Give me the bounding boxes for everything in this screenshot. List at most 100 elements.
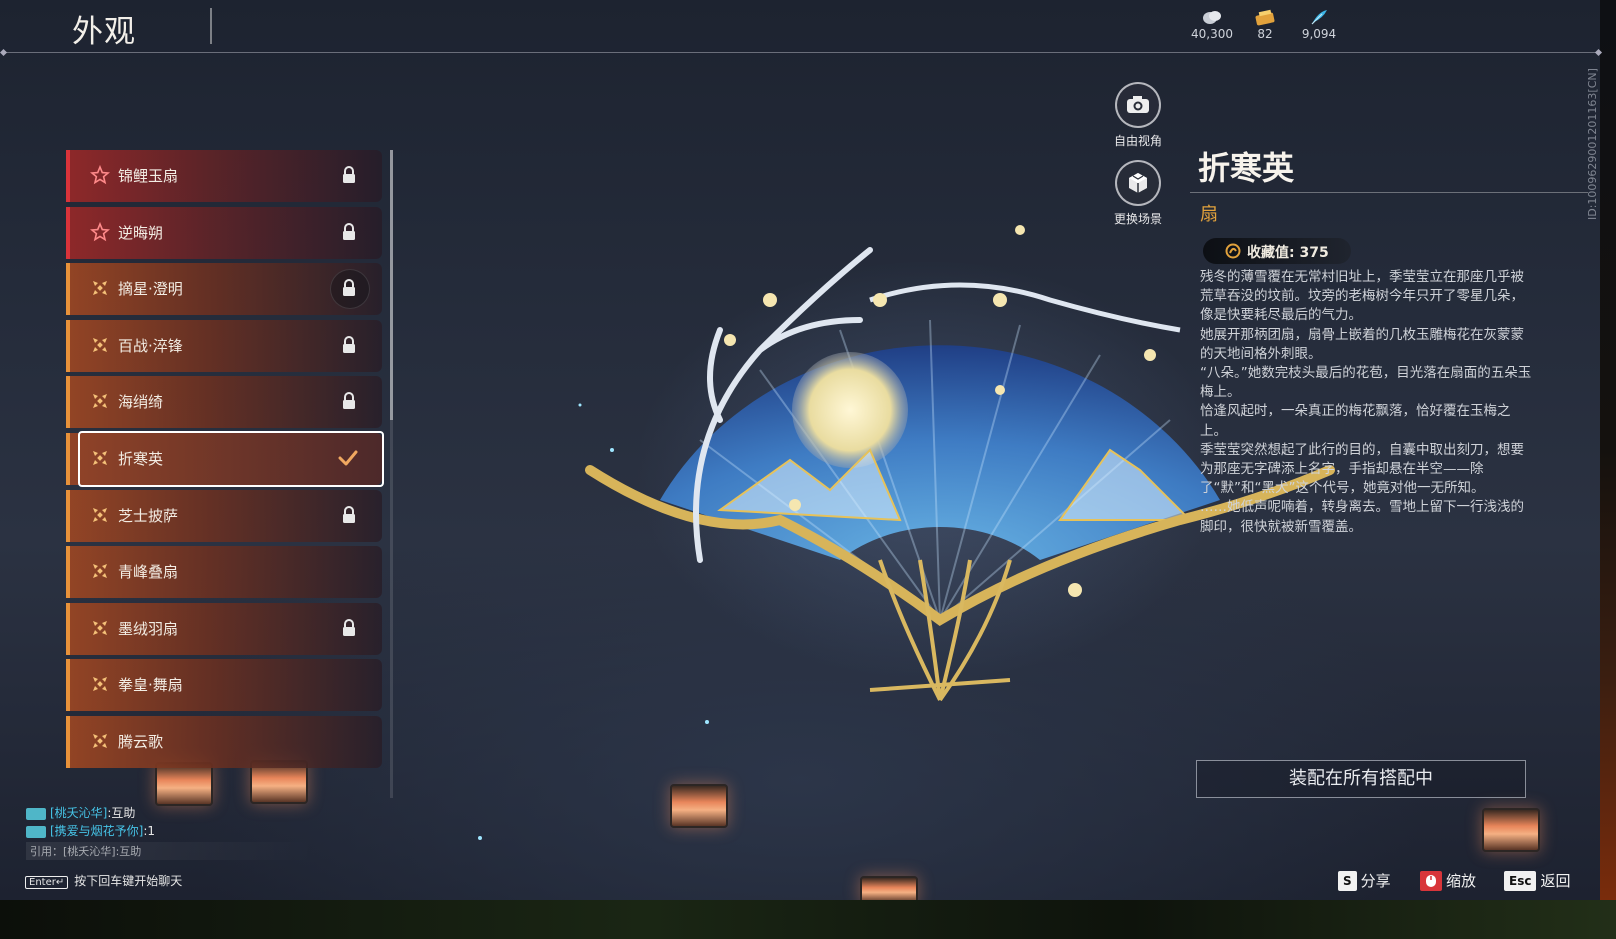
appearance-item-name: 海绡绮: [118, 393, 164, 412]
lock-icon: [342, 222, 356, 241]
appearance-item[interactable]: 芝士披萨: [66, 489, 382, 542]
appearance-item[interactable]: 折寒英: [66, 431, 384, 487]
chat-panel: [桃夭沁华]:互助 [携爱与烟花予你]:1 引用：[桃夭沁华]:互助: [26, 804, 316, 860]
key-s: S: [1338, 870, 1357, 891]
currency-ticket: 82: [1235, 8, 1295, 41]
chat-input-hint[interactable]: Enter↵ 按下回车键开始聊天: [25, 872, 182, 889]
currency-value: 40,300: [1191, 27, 1233, 41]
cross-icon: [90, 505, 110, 525]
appearance-item-name: 墨绒羽扇: [118, 619, 179, 638]
appearance-item-name: 逆晦朔: [118, 223, 164, 242]
chat-text: :互助: [107, 806, 136, 820]
appearance-item[interactable]: 腾云歌: [66, 716, 382, 768]
scrollbar-thumb[interactable]: [390, 150, 393, 420]
collection-value-text: 收藏值: 375: [1247, 245, 1329, 261]
chat-sender[interactable]: [携爱与烟花予你]: [50, 824, 143, 838]
item-type: 扇: [1200, 204, 1218, 225]
lock-icon: [342, 392, 356, 410]
key-esc: Esc: [1504, 870, 1537, 891]
description-paragraph: 残冬的薄雪覆在无常村旧址上，季莹莹立在那座几乎被荒草吞没的坟前。坟旁的老梅树今年…: [1200, 269, 1524, 324]
header-divider: [4, 52, 1598, 53]
bottom-strip: [0, 900, 1616, 939]
mouse-icon: [1420, 870, 1442, 891]
currency-value: 9,094: [1301, 27, 1337, 41]
zoom-hotkey[interactable]: 缩放: [1420, 870, 1476, 892]
appearance-list[interactable]: 锦鲤玉扇逆晦朔摘星·澄明百战·淬锋海绡绮折寒英芝士披萨青峰叠扇墨绒羽扇拳皇·舞扇…: [66, 150, 384, 798]
description-paragraph: 她展开那柄团扇，扇骨上嵌着的几枚玉雕梅花在灰蒙蒙的天地间格外刺眼。: [1200, 326, 1524, 362]
collection-icon: [1225, 243, 1241, 259]
currency-silver: 40,300: [1182, 8, 1242, 41]
client-id-label: ID:1009629001201163[CN]: [1586, 68, 1599, 220]
lantern-decoration: [670, 784, 728, 828]
equip-all-outfits-button[interactable]: 装配在所有搭配中: [1196, 760, 1526, 798]
back-label: 返回: [1540, 872, 1571, 890]
right-edge: [1600, 0, 1616, 900]
lantern-decoration: [1482, 808, 1540, 852]
header: 外观 40,300 82 9,094: [0, 0, 1600, 54]
appearance-item[interactable]: 拳皇·舞扇: [66, 659, 382, 712]
appearance-item[interactable]: 青峰叠扇: [66, 546, 382, 599]
chat-quote: 引用：[桃夭沁华]:互助: [26, 842, 316, 860]
appearance-item-name: 锦鲤玉扇: [118, 167, 179, 185]
lock-icon: [342, 618, 356, 637]
chat-sender[interactable]: [桃夭沁华]: [50, 806, 107, 820]
camera-icon: [1115, 82, 1161, 128]
channel-icon: [26, 825, 46, 838]
description-paragraph: “八朵。”她数完枝头最后的花苞，目光落在扇面的五朵玉梅上。: [1200, 365, 1532, 401]
currency-feather: 9,094: [1289, 8, 1349, 41]
lock-icon: [342, 335, 356, 354]
appearance-item-name: 摘星·澄明: [118, 280, 183, 299]
appearance-item[interactable]: 墨绒羽扇: [66, 602, 382, 655]
cross-icon: [90, 448, 110, 468]
cross-icon: [90, 561, 110, 581]
appearance-item-name: 百战·淬锋: [118, 336, 183, 355]
collection-value-badge: 收藏值: 375: [1203, 238, 1351, 264]
cross-icon: [90, 731, 110, 751]
change-scene-label: 更换场景: [1113, 212, 1162, 226]
lock-icon: [342, 166, 356, 184]
share-hotkey[interactable]: S 分享: [1338, 870, 1391, 892]
cross-icon: [90, 674, 110, 694]
appearance-item[interactable]: 百战·淬锋: [66, 319, 382, 372]
page-title: 外观: [72, 14, 136, 50]
appearance-item-name: 腾云歌: [118, 733, 164, 751]
appearance-item[interactable]: 锦鲤玉扇: [66, 150, 382, 202]
title-divider: [210, 8, 212, 44]
cross-icon: [90, 391, 110, 411]
checkmark-icon: [338, 449, 358, 467]
appearance-item[interactable]: 摘星·澄明: [66, 263, 382, 316]
chat-message: [桃夭沁华]:互助: [26, 804, 316, 822]
change-scene-button[interactable]: 更换场景: [1098, 160, 1178, 227]
cross-icon: [90, 618, 110, 638]
appearance-item-name: 折寒英: [118, 450, 164, 468]
gold-ticket-icon: [1255, 9, 1275, 26]
cross-icon: [90, 335, 110, 355]
share-label: 分享: [1360, 872, 1391, 890]
back-hotkey[interactable]: Esc 返回: [1504, 870, 1570, 892]
appearance-item-name: 芝士披萨: [118, 506, 179, 525]
name-divider: [1190, 192, 1588, 193]
cross-icon: [90, 278, 110, 298]
description-paragraph: 恰逢风起时，一朵真正的梅花飘落，恰好覆在玉梅之上。: [1200, 403, 1511, 439]
zoom-label: 缩放: [1446, 872, 1477, 890]
lock-icon: [342, 279, 356, 297]
appearance-item-name: 拳皇·舞扇: [118, 676, 183, 695]
chat-message: [携爱与烟花予你]:1: [26, 822, 316, 840]
appearance-item[interactable]: 海绡绮: [66, 376, 382, 429]
scene-cube-icon: [1115, 160, 1161, 206]
free-view-button[interactable]: 自由视角: [1098, 82, 1178, 149]
feather-icon: [1311, 10, 1327, 25]
chat-text: :1: [143, 824, 156, 838]
appearance-item-name: 青峰叠扇: [118, 563, 179, 582]
star-icon: [89, 221, 111, 242]
chat-hint-text: 按下回车键开始聊天: [74, 874, 183, 888]
appearance-item[interactable]: 逆晦朔: [66, 206, 382, 259]
description-paragraph: ……她低声呢喃着，转身离去。雪地上留下一行浅浅的脚印，很快就被新雪覆盖。: [1200, 499, 1524, 535]
item-description: 残冬的薄雪覆在无常村旧址上，季莹莹立在那座几乎被荒草吞没的坟前。坟旁的老梅树今年…: [1200, 268, 1534, 537]
description-paragraph: 季莹莹突然想起了此行的目的，自囊中取出刻刀，想要为那座无字碑添上名字，手指却悬在…: [1200, 441, 1524, 497]
lock-icon: [342, 505, 356, 524]
free-view-label: 自由视角: [1113, 134, 1162, 148]
item-name: 折寒英: [1198, 149, 1295, 187]
channel-icon: [26, 807, 46, 820]
enter-key-icon: Enter↵: [25, 876, 69, 889]
